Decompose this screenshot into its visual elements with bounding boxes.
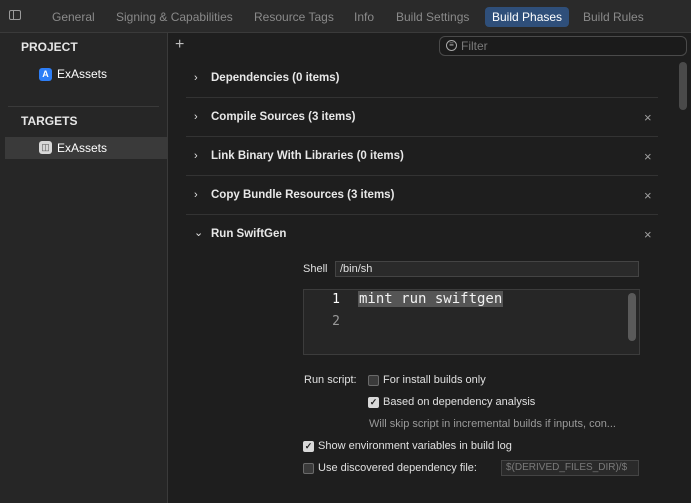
phase-title-compile-sources: Compile Sources (3 items) — [211, 111, 356, 123]
phase-title-run-swiftgen: Run SwiftGen — [211, 228, 287, 240]
filter-icon: ≡ — [446, 40, 457, 51]
app-project-icon: A — [39, 68, 52, 81]
chevron-right-icon[interactable]: › — [194, 111, 198, 123]
close-icon[interactable]: × — [644, 227, 652, 242]
install-builds-checkbox[interactable] — [368, 375, 379, 386]
close-icon[interactable]: × — [644, 110, 652, 125]
chevron-down-icon[interactable]: ⌄ — [194, 226, 203, 239]
chevron-right-icon[interactable]: › — [194, 72, 198, 84]
tab-build-phases[interactable]: Build Phases — [485, 7, 570, 27]
close-icon[interactable]: × — [644, 188, 652, 203]
tab-general[interactable]: General — [45, 7, 102, 27]
sidebar-toggle-icon[interactable] — [9, 10, 21, 20]
script-code-line[interactable]: mint run swiftgen — [358, 291, 504, 307]
shell-label: Shell — [303, 263, 328, 275]
filter-placeholder: Filter — [461, 39, 488, 53]
sidebar — [0, 33, 168, 503]
dependency-analysis-checkbox[interactable]: ✓ — [368, 397, 379, 408]
dependency-analysis-hint: Will skip script in incremental builds i… — [369, 418, 616, 430]
phase-title-link-binary: Link Binary With Libraries (0 items) — [211, 150, 404, 162]
target-icon: ◫ — [39, 141, 52, 154]
sidebar-item-target[interactable]: ◫ ExAssets — [5, 137, 167, 159]
tab-build-settings[interactable]: Build Settings — [389, 7, 476, 27]
chevron-right-icon[interactable]: › — [194, 189, 198, 201]
targets-section-title: TARGETS — [21, 114, 78, 128]
line-number: 2 — [332, 314, 340, 329]
tab-resource-tags[interactable]: Resource Tags — [247, 7, 341, 27]
editor-scrollbar[interactable] — [628, 293, 636, 341]
sidebar-item-project[interactable]: A ExAssets — [8, 63, 160, 85]
phase-title-dependencies: Dependencies (0 items) — [211, 72, 340, 84]
target-item-label: ExAssets — [57, 141, 108, 155]
project-item-label: ExAssets — [57, 67, 108, 81]
close-icon[interactable]: × — [644, 149, 652, 164]
add-phase-button[interactable]: + — [175, 36, 184, 54]
main-scrollbar[interactable] — [679, 62, 687, 110]
tab-info[interactable]: Info — [347, 7, 381, 27]
project-section-title: PROJECT — [21, 40, 78, 54]
discovered-dep-checkbox[interactable] — [303, 463, 314, 474]
shell-input[interactable]: /bin/sh — [335, 261, 639, 277]
chevron-right-icon[interactable]: › — [194, 150, 198, 162]
phase-title-copy-bundle-resources: Copy Bundle Resources (3 items) — [211, 189, 395, 201]
line-number: 1 — [332, 292, 340, 307]
run-script-label: Run script: — [304, 374, 357, 386]
install-builds-label: For install builds only — [383, 374, 486, 386]
sidebar-divider — [8, 106, 159, 107]
discovered-dep-input[interactable]: $(DERIVED_FILES_DIR)/$ — [501, 460, 639, 476]
tab-build-rules[interactable]: Build Rules — [576, 7, 651, 27]
show-env-checkbox[interactable]: ✓ — [303, 441, 314, 452]
dependency-analysis-label: Based on dependency analysis — [383, 396, 536, 408]
discovered-dep-label: Use discovered dependency file: — [318, 462, 477, 474]
show-env-label: Show environment variables in build log — [318, 440, 512, 452]
tab-signing-capabilities[interactable]: Signing & Capabilities — [109, 7, 240, 27]
